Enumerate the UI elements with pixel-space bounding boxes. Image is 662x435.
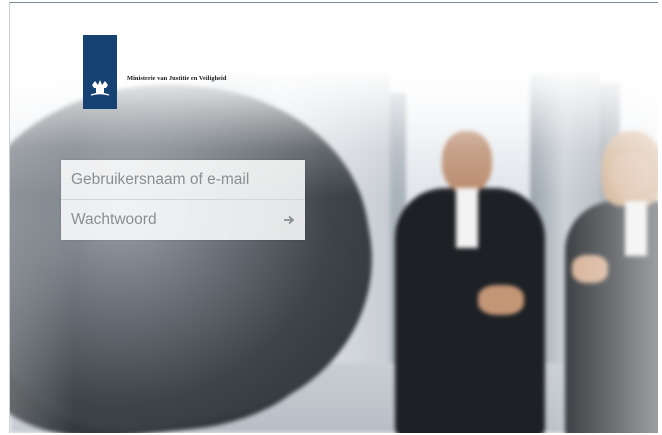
username-field-wrapper (61, 160, 305, 200)
ministry-logo (83, 35, 117, 109)
dutch-coat-of-arms-icon (89, 77, 111, 97)
username-input[interactable] (71, 160, 271, 200)
login-page: Ministerie van Justitie en Veiligheid (9, 2, 658, 433)
login-form (61, 160, 305, 240)
submit-button[interactable] (281, 212, 297, 228)
arrow-right-icon (284, 215, 295, 225)
password-input[interactable] (71, 200, 271, 240)
password-field-wrapper (61, 200, 305, 240)
ministry-name: Ministerie van Justitie en Veiligheid (127, 75, 227, 82)
